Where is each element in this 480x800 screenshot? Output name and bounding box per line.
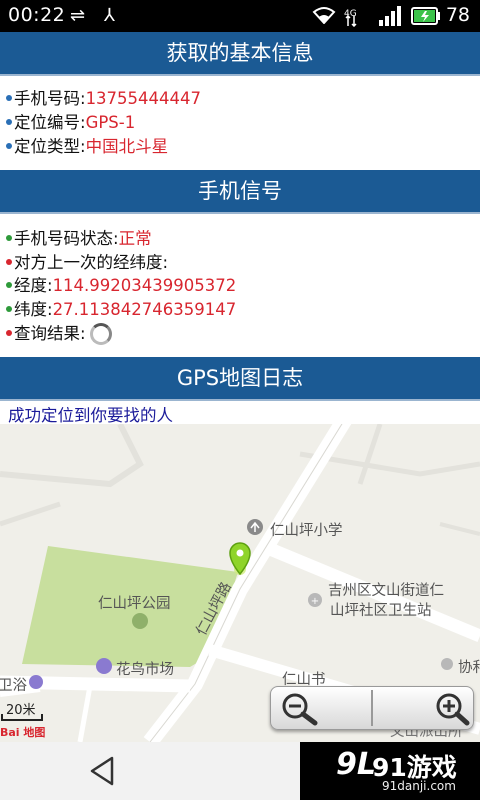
map-scale-label: 20米 xyxy=(6,703,36,718)
usb-debug-icon: ⅄ xyxy=(104,5,115,26)
phone-label: 手机号码: xyxy=(14,89,86,108)
bullet-icon xyxy=(6,234,12,241)
locate-type-value: 中国北斗星 xyxy=(85,137,169,156)
map-label-health-1: 吉州区文山街道仁 xyxy=(328,583,444,599)
bullet-icon xyxy=(6,94,12,101)
phone-number-row: 手机号码:13755444447 xyxy=(6,87,201,111)
usb-icon: ⇌ xyxy=(70,5,86,26)
loading-spinner-icon xyxy=(89,322,112,345)
watermark-logo: 9L xyxy=(336,747,376,782)
map-label-bath: 卫浴 xyxy=(0,678,27,694)
phone-value: 13755444447 xyxy=(85,89,202,108)
back-icon xyxy=(90,756,114,786)
status-bar: 00:22 ⇌ ⅄ 4G 78 xyxy=(0,0,480,32)
data-arrows-icon xyxy=(345,12,357,32)
longitude-value: 114.99203439905372 xyxy=(52,276,237,295)
battery-level: 78 xyxy=(445,4,470,26)
last-coord-label: 对方上一次的经纬度: xyxy=(14,253,169,272)
gps-log-header: GPS地图日志 xyxy=(0,357,480,401)
status-label: 手机号码状态: xyxy=(14,229,119,248)
zoom-controls xyxy=(270,686,474,730)
battery-icon xyxy=(411,7,441,30)
query-result-label: 查询结果: xyxy=(14,324,86,343)
signal-header: 手机信号 xyxy=(0,170,480,214)
map-label-health-2: 山坪社区卫生站 xyxy=(330,603,432,619)
zoom-in-icon xyxy=(436,693,470,726)
query-result-row: 查询结果: xyxy=(6,322,112,346)
zoom-in-button[interactable] xyxy=(373,687,473,729)
locate-id-row: 定位编号:GPS-1 xyxy=(6,111,135,135)
park-icon xyxy=(132,613,148,629)
map-label-xie: 协和 xyxy=(458,660,480,676)
bullet-icon xyxy=(6,329,12,336)
bullet-icon xyxy=(6,142,12,149)
bath-icon xyxy=(29,675,43,689)
bullet-icon xyxy=(6,118,12,125)
longitude-row: 经度:114.99203439905372 xyxy=(6,274,236,298)
locate-id-value: GPS-1 xyxy=(85,113,136,132)
bullet-icon xyxy=(6,258,12,265)
zoom-out-button[interactable] xyxy=(271,687,371,729)
basic-info-header: 获取的基本信息 xyxy=(0,32,480,76)
status-time: 00:22 xyxy=(8,4,66,26)
back-button[interactable] xyxy=(84,754,124,788)
locate-id-label: 定位编号: xyxy=(14,113,86,132)
longitude-label: 经度: xyxy=(14,276,53,295)
locate-type-row: 定位类型:中国北斗星 xyxy=(6,135,168,159)
latitude-value: 27.113842746359147 xyxy=(52,300,237,319)
xie-icon xyxy=(441,658,453,670)
locate-type-label: 定位类型: xyxy=(14,137,86,156)
svg-text:+: + xyxy=(311,596,319,607)
map-label-school: 仁山坪小学 xyxy=(270,523,343,539)
map-logo: Bai 地图 xyxy=(0,726,46,739)
map-label-park: 仁山坪公园 xyxy=(98,596,171,612)
watermark-sub: 91danji.com xyxy=(382,779,456,793)
status-row: 手机号码状态:正常 xyxy=(6,227,152,251)
signal-icon xyxy=(378,6,402,31)
wifi-icon xyxy=(312,6,336,29)
status-value: 正常 xyxy=(118,229,152,248)
last-coord-row: 对方上一次的经纬度: xyxy=(6,251,168,275)
map-label-flower-market: 花鸟市场 xyxy=(116,662,174,678)
bullet-icon xyxy=(6,305,12,312)
latitude-label: 纬度: xyxy=(14,300,53,319)
bullet-icon xyxy=(6,281,12,288)
zoom-out-icon xyxy=(282,693,318,726)
market-icon xyxy=(96,658,112,674)
latitude-row: 纬度:27.113842746359147 xyxy=(6,298,236,322)
locate-success-message: 成功定位到你要找的人 xyxy=(8,406,173,425)
